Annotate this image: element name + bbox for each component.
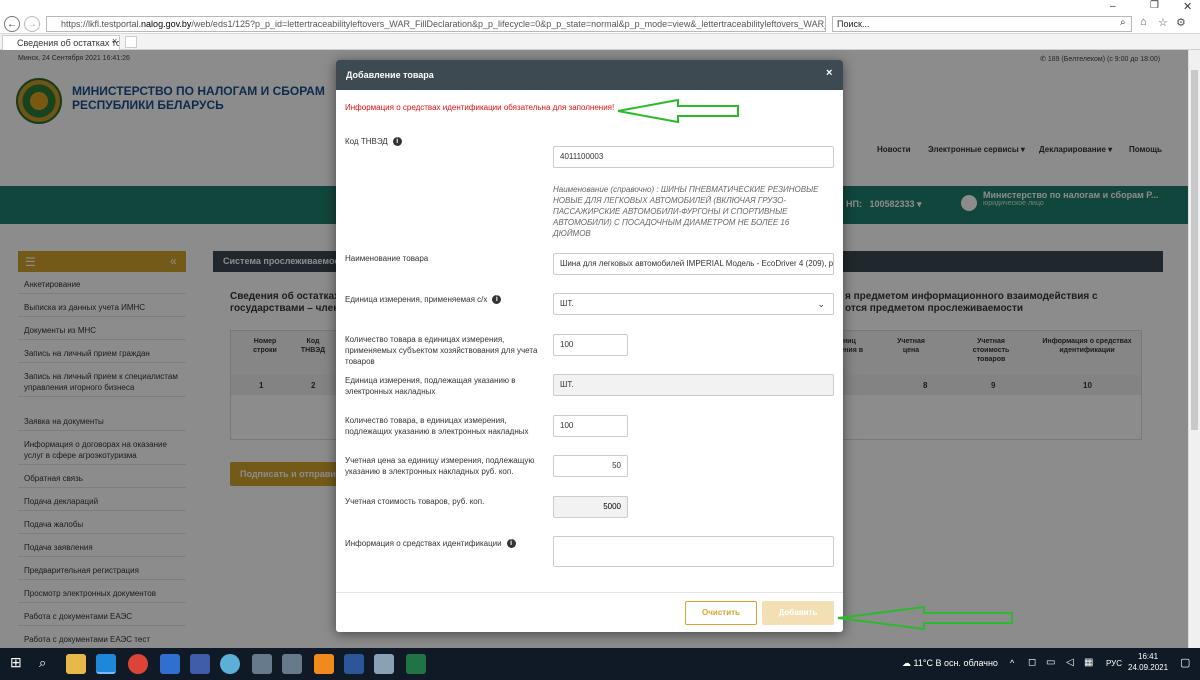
volume-icon[interactable]: ◁ xyxy=(1066,657,1074,668)
tab-title: Сведения об остатках това... xyxy=(17,38,119,48)
internet-explorer-icon[interactable] xyxy=(96,654,116,674)
maximize-icon[interactable]: ❐ xyxy=(1150,0,1159,11)
invoice-quantity-label: Количество товара, в единицах измерения,… xyxy=(345,416,529,436)
close-dialog-button[interactable]: × xyxy=(826,67,832,79)
total-cost-label: Учетная стоимость товаров, руб. коп. xyxy=(345,497,485,506)
notifications-icon[interactable]: ▢ xyxy=(1180,656,1190,669)
invoice-unit-label: Единица измерения, подлежащая указанию в… xyxy=(345,376,516,396)
tnved-input[interactable]: 4011100003 xyxy=(553,146,834,168)
back-arrow-icon: ← xyxy=(7,18,17,30)
windows-start-icon[interactable]: ⊞ xyxy=(10,654,22,671)
messenger-icon[interactable] xyxy=(220,654,240,674)
info-icon[interactable]: i xyxy=(492,295,502,305)
url-field[interactable]: https://lkfl.testportal.nalog.gov.by/web… xyxy=(46,16,826,32)
save-app-icon[interactable] xyxy=(190,654,210,674)
search-icon[interactable]: ⌕ xyxy=(1120,17,1126,28)
settings-gear-icon[interactable]: ⚙ xyxy=(1176,16,1186,29)
unit-select[interactable]: ШТ. ⌄ xyxy=(553,293,834,315)
unit-price-label: Учетная цена за единицу измерения, подле… xyxy=(345,456,535,476)
page-scrollbar[interactable] xyxy=(1188,50,1200,648)
file-explorer-icon[interactable] xyxy=(66,654,86,674)
unit-price-input[interactable]: 50 xyxy=(553,455,628,477)
cloud-icon: ☁ xyxy=(902,658,911,668)
network-icon[interactable]: ▭ xyxy=(1046,657,1055,668)
language-indicator[interactable]: РУС xyxy=(1106,659,1122,668)
tnved-name-hint: Наименование (справочно) : ШИНЫ ПНЕВМАТИ… xyxy=(553,185,819,238)
excel-icon[interactable] xyxy=(406,654,426,674)
quantity-label: Количество товара в единицах измерения, … xyxy=(345,335,538,366)
window-titlebar: – ❐ ✕ xyxy=(0,0,1200,14)
browser-search-input[interactable]: Поиск... xyxy=(832,16,1132,32)
close-tab-icon[interactable]: × xyxy=(112,36,117,46)
unit-label: Единица измерения, применяемая с/х i xyxy=(345,294,545,305)
tnved-label: Код ТНВЭД i xyxy=(345,136,545,147)
invoice-quantity-input[interactable]: 100 xyxy=(553,415,628,437)
quantity-input[interactable]: 100 xyxy=(553,334,628,356)
outlook-icon[interactable] xyxy=(160,654,180,674)
minimize-icon[interactable]: – xyxy=(1110,1,1116,12)
word-icon[interactable] xyxy=(344,654,364,674)
new-tab-button[interactable] xyxy=(125,36,137,48)
app-icon[interactable] xyxy=(282,654,302,674)
invoice-unit-field: ШТ. xyxy=(553,374,834,396)
forward-button[interactable]: → xyxy=(24,16,40,32)
ident-info-label: Информация о средствах идентификации i xyxy=(345,538,545,549)
back-button[interactable]: ← xyxy=(4,16,20,32)
goods-name-input[interactable]: Шина для легковых автомобилей IMPERIAL М… xyxy=(553,253,834,275)
system-clock[interactable]: 16:41 24.09.2021 xyxy=(1128,651,1168,673)
chevron-down-icon: ⌄ xyxy=(817,299,825,309)
clear-button[interactable]: Очистить xyxy=(685,601,757,625)
annotation-arrow-icon xyxy=(836,605,1016,631)
app-icon[interactable] xyxy=(314,654,334,674)
dialog-title: Добавление товара xyxy=(346,70,434,80)
app-icon[interactable] xyxy=(252,654,272,674)
tray-chevron-icon[interactable]: ^ xyxy=(1010,658,1014,668)
tab-strip xyxy=(0,34,1200,50)
close-window-icon[interactable]: ✕ xyxy=(1183,0,1192,13)
validation-warning: Информация о средствах идентификации обя… xyxy=(345,103,615,112)
app-icon[interactable] xyxy=(374,654,394,674)
windows-taskbar xyxy=(0,648,1200,680)
keyboard-icon[interactable]: ▦ xyxy=(1084,657,1093,668)
total-cost-field: 5000 xyxy=(553,496,628,518)
forward-arrow-icon: → xyxy=(27,18,37,30)
taskbar-search-icon[interactable]: ⌕ xyxy=(39,655,46,671)
add-button[interactable]: Добавить xyxy=(762,601,834,625)
home-icon[interactable]: ⌂ xyxy=(1140,16,1147,28)
info-icon[interactable]: i xyxy=(506,539,516,549)
favorites-star-icon[interactable]: ☆ xyxy=(1158,16,1168,29)
weather-widget[interactable]: ☁ 11°C В осн. облачно xyxy=(902,658,998,669)
chrome-icon[interactable] xyxy=(128,654,148,674)
annotation-arrow-icon xyxy=(616,98,742,124)
tray-app-icon[interactable]: ◻ xyxy=(1028,657,1036,668)
goods-name-label: Наименование товара xyxy=(345,254,429,263)
browser-tab[interactable]: Сведения об остатках това... xyxy=(2,35,120,50)
info-icon[interactable]: i xyxy=(392,137,402,147)
ident-info-input[interactable] xyxy=(553,536,834,567)
